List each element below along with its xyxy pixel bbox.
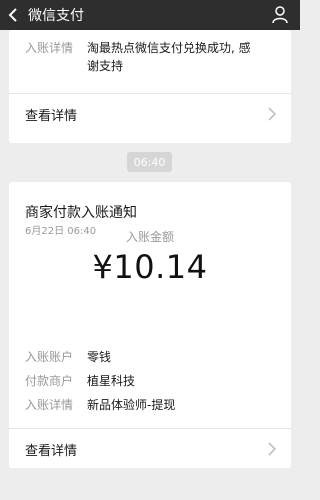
navigation-bar: 微信支付 [0, 0, 300, 30]
timestamp-divider: 06:40 [127, 152, 172, 172]
back-chevron-icon [8, 8, 17, 22]
row-value: 新品体验师-提现 [87, 398, 176, 412]
detail-row: 入账账户 零钱 [25, 348, 281, 366]
payment-notice-card: 商家付款入账通知 6月22日 06:40 入账金额 ¥10.14 入账账户 零钱… [9, 182, 291, 468]
back-button[interactable] [0, 0, 26, 30]
row-label: 入账详情 [25, 41, 74, 55]
row-value-line1: 淘最热点微信支付兑换成功, 感 [87, 41, 251, 55]
page-title: 微信支付 [28, 8, 84, 24]
user-profile-button[interactable] [270, 5, 290, 25]
row-value: 零钱 [87, 350, 112, 364]
previous-message-card: 入账详情 淘最热点微信支付兑换成功, 感 谢支持 查看详情 [9, 30, 291, 143]
detail-row: 入账详情 新品体验师-提现 [25, 396, 281, 414]
chevron-right-icon [268, 442, 277, 456]
row-value-line2: 谢支持 [87, 59, 124, 73]
user-icon [272, 6, 288, 24]
view-details-label: 查看详情 [25, 443, 78, 459]
row-value: 淘最热点微信支付兑换成功, 感 谢支持 [87, 39, 251, 75]
chevron-right-icon [268, 107, 277, 121]
notice-title: 商家付款入账通知 [25, 205, 137, 221]
view-details-label: 查看详情 [25, 108, 78, 124]
view-details-link[interactable]: 查看详情 [9, 94, 291, 134]
row-label: 入账账户 [25, 350, 74, 364]
amount-value: ¥10.14 [92, 248, 208, 286]
detail-row: 付款商户 植星科技 [25, 372, 281, 390]
amount-label: 入账金额 [125, 230, 174, 244]
detail-row: 入账详情 淘最热点微信支付兑换成功, 感 谢支持 [25, 39, 281, 75]
row-value: 植星科技 [87, 374, 136, 388]
view-details-link[interactable]: 查看详情 [9, 429, 291, 469]
row-label: 入账详情 [25, 398, 74, 412]
row-label: 付款商户 [25, 374, 74, 388]
